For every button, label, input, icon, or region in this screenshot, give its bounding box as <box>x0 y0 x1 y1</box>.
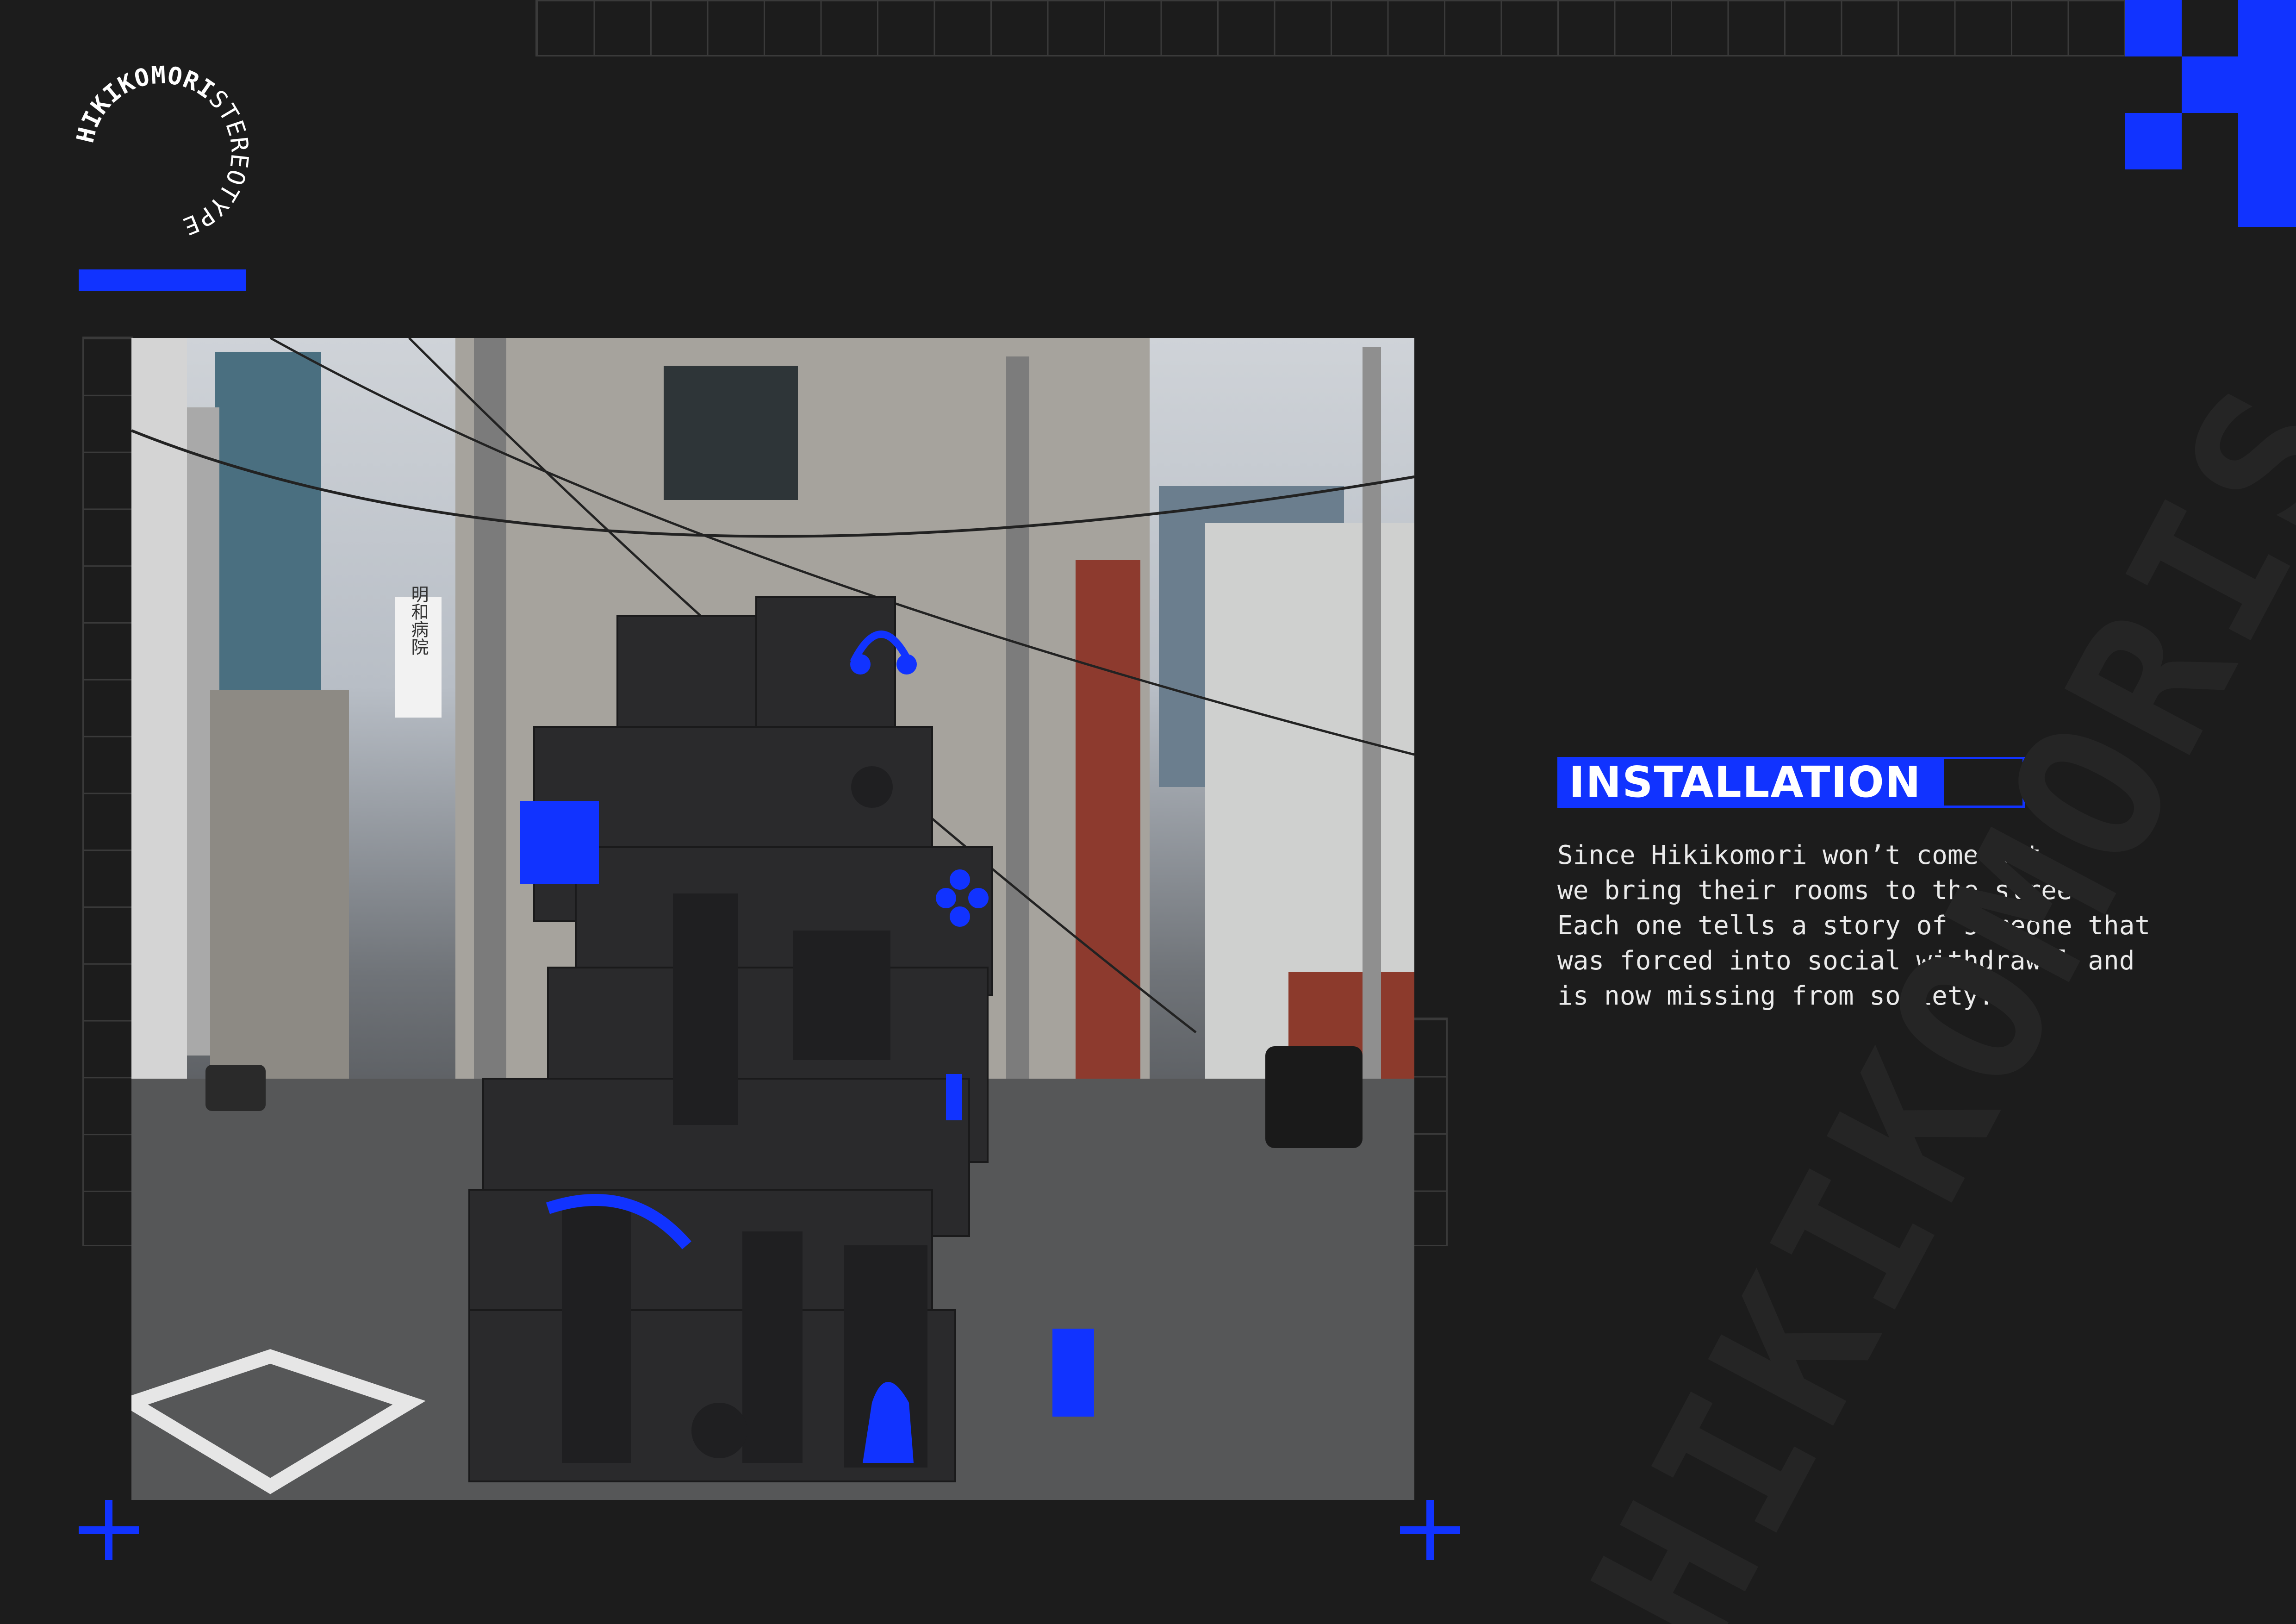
pixel-block <box>2238 0 2296 227</box>
pixel-block <box>2182 56 2238 113</box>
section-heading-box: INSTALLATION <box>1557 757 2025 808</box>
installation-photo: 明和病院 <box>131 338 1414 1500</box>
street-sign-text: 明和病院 <box>408 585 429 656</box>
pixel-block <box>2125 0 2182 56</box>
logo-underline-bar <box>79 269 246 291</box>
top-grid-strip <box>535 0 2128 56</box>
left-grid-strip <box>82 337 133 1246</box>
svg-text:HIKIKOMORISTEREOTYPE: HIKIKOMORISTEREOTYPE <box>72 61 254 240</box>
street-scene: 明和病院 <box>131 338 1414 1500</box>
section-heading: INSTALLATION <box>1569 757 1922 807</box>
pixel-block <box>2125 113 2182 169</box>
plus-mark-right <box>1400 1500 1460 1560</box>
logo-light-text: STEREOTYPE <box>179 85 253 240</box>
circular-logo: HIKIKOMORISTEREOTYPE <box>72 61 254 240</box>
plus-mark-left <box>79 1500 139 1560</box>
logo-bold-text: HIKIKOMORI <box>72 61 220 145</box>
page: HIKIKOMORISTEREOTYPE 明和病院 INSTALLATION S… <box>0 0 2296 1624</box>
